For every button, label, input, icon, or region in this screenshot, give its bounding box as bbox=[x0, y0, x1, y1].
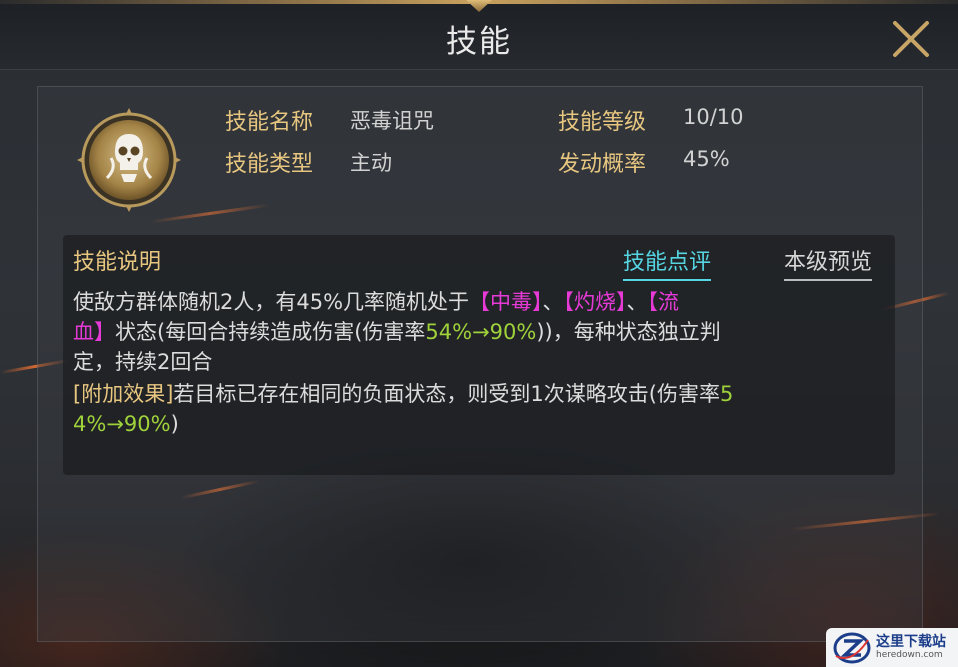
watermark-url: heredown.com bbox=[876, 650, 943, 660]
trigger-rate-label: 发动概率 bbox=[558, 152, 647, 177]
skill-type-value: 主动 bbox=[350, 151, 392, 175]
damage-rate-value: 4%→90% bbox=[73, 412, 171, 436]
skull-emblem-icon bbox=[77, 108, 181, 212]
description-text: ))，每种状态独立判 bbox=[536, 320, 721, 344]
bonus-effect-tag: [附加效果] bbox=[73, 382, 174, 406]
trigger-rate-value: 45% bbox=[683, 147, 730, 171]
description-text: 若目标已存在相同的负面状态，则受到1次谋略攻击(伤害率 bbox=[173, 382, 720, 406]
description-text: 定，持续2回合 bbox=[73, 350, 213, 374]
description-line: [附加效果]若目标已存在相同的负面状态，则受到1次谋略攻击(伤害率5 bbox=[73, 379, 733, 409]
tab-skill-review[interactable]: 技能点评 bbox=[623, 244, 712, 281]
watermark: 这里下载站 heredown.com bbox=[826, 628, 958, 667]
page-title: 技能 bbox=[446, 24, 512, 60]
damage-rate-value: 54%→90% bbox=[425, 320, 537, 344]
description-line: 使敌方群体随机2人，有45%几率随机处于【中毒】、【灼烧】、【流 bbox=[73, 287, 679, 317]
separator: 、 bbox=[626, 290, 648, 314]
skill-name-label: 技能名称 bbox=[225, 110, 314, 135]
description-line: 定，持续2回合 bbox=[73, 347, 212, 377]
watermark-logo-icon bbox=[833, 632, 871, 664]
separator: 、 bbox=[542, 290, 564, 314]
description-line: 血】状态(每回合持续造成伤害(伤害率54%→90%))，每种状态独立判 bbox=[73, 317, 721, 347]
tab-level-preview[interactable]: 本级预览 bbox=[784, 244, 873, 281]
header-ornament bbox=[466, 0, 492, 12]
skill-type-label: 技能类型 bbox=[225, 152, 314, 177]
status-bleed-start: 【流 bbox=[647, 290, 680, 314]
close-button[interactable] bbox=[890, 18, 932, 60]
skill-name-value: 恶毒诅咒 bbox=[350, 109, 434, 133]
status-burn: 【灼烧】 bbox=[563, 290, 627, 314]
skill-level-label: 技能等级 bbox=[558, 110, 647, 135]
status-poison: 【中毒】 bbox=[469, 290, 543, 314]
description-text: 使敌方群体随机2人，有45%几率随机处于 bbox=[73, 290, 470, 314]
skill-level-value: 10/10 bbox=[683, 105, 744, 129]
damage-rate-value: 5 bbox=[719, 382, 734, 406]
title-bar: 技能 bbox=[0, 0, 958, 70]
description-text: ) bbox=[170, 412, 179, 436]
status-bleed-end: 血】 bbox=[73, 320, 115, 344]
watermark-name: 这里下载站 bbox=[876, 634, 946, 650]
description-text: 状态(每回合持续造成伤害(伤害率 bbox=[115, 320, 426, 344]
close-x-icon bbox=[893, 21, 929, 57]
description-line: 4%→90%) bbox=[73, 409, 179, 439]
description-title: 技能说明 bbox=[73, 250, 162, 275]
